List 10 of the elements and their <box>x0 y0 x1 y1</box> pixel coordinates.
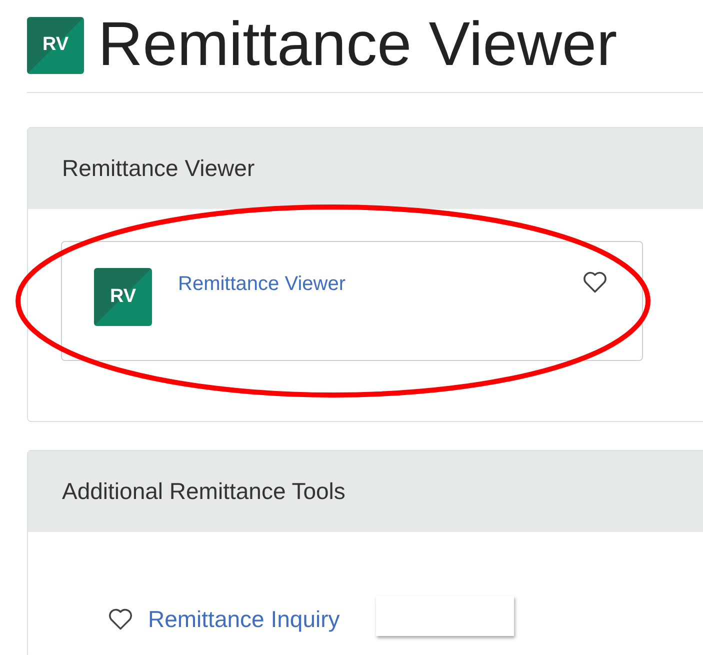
panel-title: Remittance Viewer <box>62 154 255 184</box>
app-logo: RV <box>27 16 84 74</box>
heart-icon[interactable] <box>107 607 134 632</box>
page-title: Remittance Viewer <box>98 10 618 80</box>
heart-icon[interactable] <box>582 270 608 294</box>
tool-link[interactable]: Remittance Inquiry <box>148 602 340 636</box>
app-card[interactable]: RV Remittance Viewer <box>61 241 643 361</box>
app-link[interactable]: Remittance Viewer <box>178 269 346 299</box>
panel-title: Additional Remittance Tools <box>62 477 346 506</box>
app-logo: RV <box>94 268 152 326</box>
